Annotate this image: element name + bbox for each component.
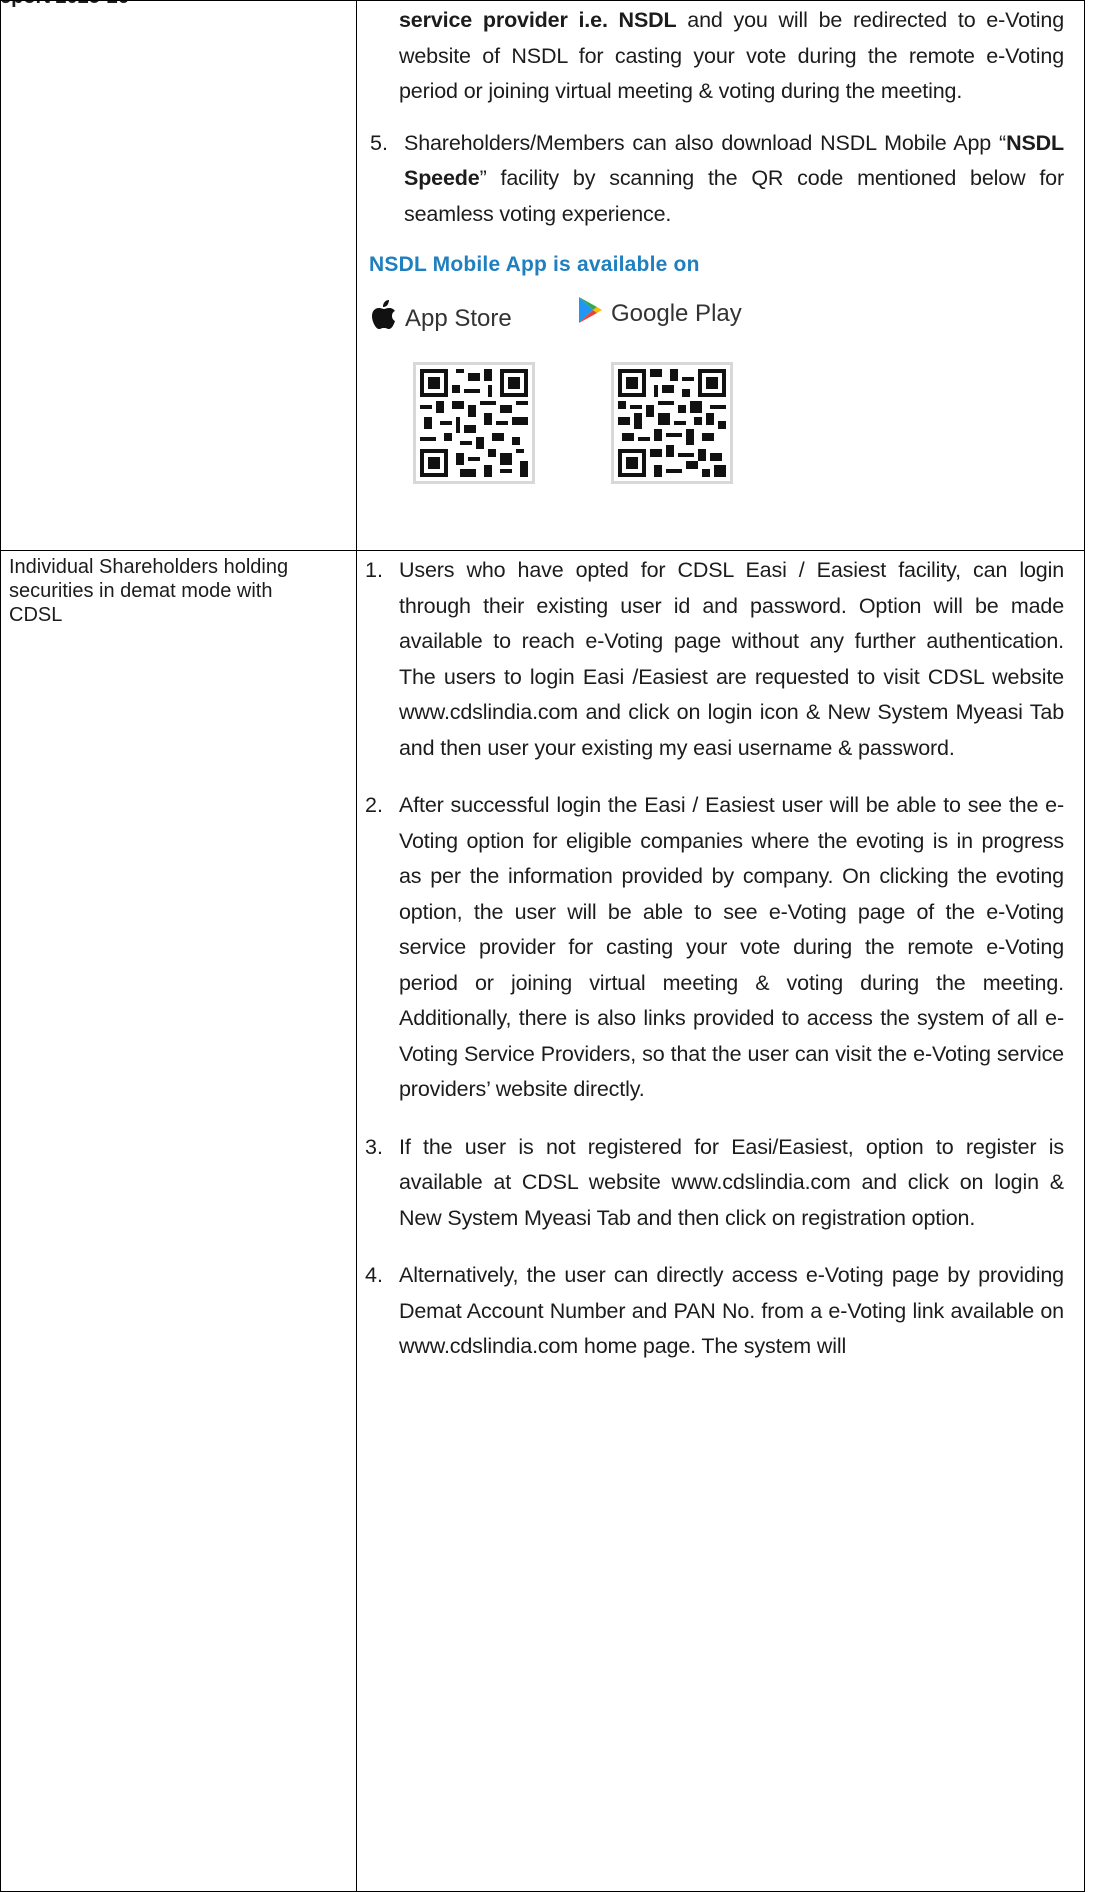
app-store-badge[interactable]: App Store bbox=[371, 300, 512, 337]
right-cell: service provider i.e. NSDL and you will … bbox=[356, 0, 1085, 551]
qr-code-icon bbox=[611, 362, 733, 484]
item-text: Users who have opted for CDSL Easi / Eas… bbox=[399, 558, 1064, 760]
app-store-label: App Store bbox=[405, 304, 512, 332]
list-item: 4. Alternatively, the user can directly … bbox=[357, 1258, 1084, 1365]
continued-paragraph: service provider i.e. NSDL and you will … bbox=[399, 3, 1064, 110]
list-item: 2. After successful login the Easi / Eas… bbox=[357, 788, 1084, 1108]
item-number: 2. bbox=[365, 793, 383, 817]
e-voting-instructions-table: service provider i.e. NSDL and you will … bbox=[0, 0, 1085, 1892]
right-cell: 1. Users who have opted for CDSL Easi / … bbox=[356, 550, 1085, 1892]
item-text: If the user is not registered for Easi/E… bbox=[399, 1134, 1064, 1230]
item-number: 1. bbox=[365, 558, 383, 582]
list-item: 3. If the user is not registered for Eas… bbox=[357, 1130, 1084, 1237]
list-item: 5. Shareholders/Members can also downloa… bbox=[357, 126, 1084, 233]
item-text: Alternatively, the user can directly acc… bbox=[399, 1263, 1064, 1358]
app-availability-title: NSDL Mobile App is available on bbox=[369, 253, 700, 276]
row-label: Individual Shareholders holding securiti… bbox=[9, 556, 289, 626]
table-row: Individual Shareholders holding securiti… bbox=[0, 550, 1085, 1892]
google-play-icon bbox=[577, 296, 603, 331]
row-label bbox=[1, 1, 317, 9]
list-item: 1. Users who have opted for CDSL Easi / … bbox=[357, 553, 1084, 766]
item-text: After successful login the Easi / Easies… bbox=[399, 793, 1064, 1101]
google-play-label: Google Play bbox=[611, 299, 742, 327]
item-text: Shareholders/Members can also download N… bbox=[404, 130, 1064, 226]
qr-code-icon bbox=[413, 362, 535, 484]
item-number: 4. bbox=[365, 1263, 383, 1287]
left-cell bbox=[0, 0, 357, 551]
nsdl-mobile-app-block: NSDL Mobile App is available on App Stor… bbox=[365, 253, 1084, 484]
item-number: 3. bbox=[365, 1134, 383, 1159]
item-number: 5. bbox=[370, 130, 388, 155]
table-row: service provider i.e. NSDL and you will … bbox=[0, 0, 1085, 551]
google-play-badge[interactable]: Google Play bbox=[577, 296, 742, 331]
left-cell: Individual Shareholders holding securiti… bbox=[0, 550, 357, 1892]
apple-icon bbox=[371, 300, 397, 337]
continued-bold-text: service provider i.e. NSDL bbox=[399, 8, 677, 32]
